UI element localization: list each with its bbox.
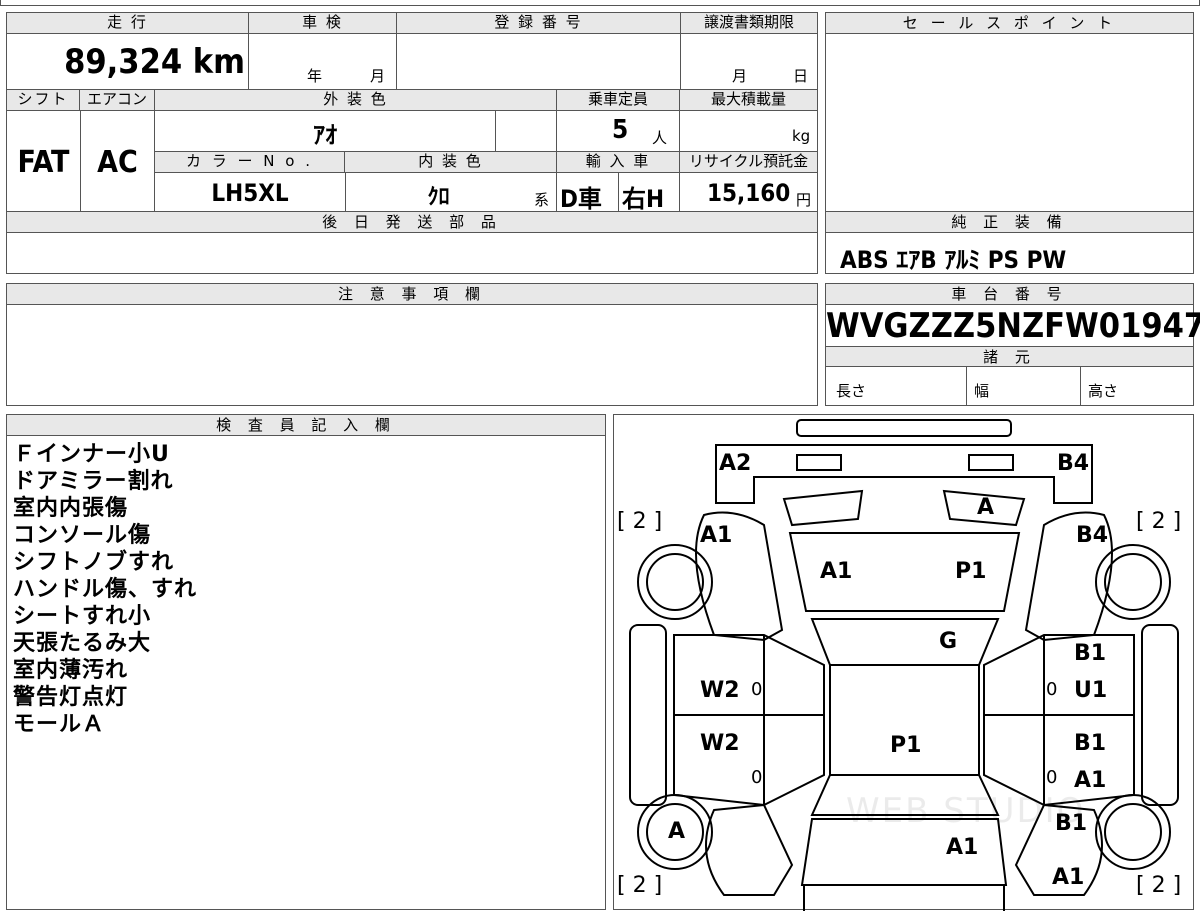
mark-a1-left: A1 xyxy=(700,523,733,548)
mark-b4-top: B4 xyxy=(1057,451,1090,476)
recycle-value: 15,160 xyxy=(707,179,791,207)
equipment-header: 純 正 装 備 xyxy=(826,212,1193,233)
mark-a1-trunk: A1 xyxy=(946,835,979,860)
mark-w2-lower: W2 xyxy=(700,731,740,756)
interior-color-header: 内 装 色 xyxy=(344,151,557,173)
watermark: WEB STUDIO xyxy=(846,791,1086,831)
mileage-header: 走 行 xyxy=(6,12,249,34)
aircon-header: エアコン xyxy=(79,89,155,111)
recycle-header: リサイクル預託金 xyxy=(679,151,818,173)
shaken-header: 車 検 xyxy=(248,12,397,34)
inspector-line: 室内薄汚れ xyxy=(13,658,129,683)
tire-front-right: [ 2 ] xyxy=(1136,509,1182,534)
length-label: 長さ xyxy=(836,382,867,400)
sales-point-header: セ ー ル ス ポ イ ン ト xyxy=(826,13,1193,34)
mark-zero: 0 xyxy=(751,679,763,700)
exterior-color-value: ｱｵ xyxy=(313,121,337,149)
color-no-header: カ ラ ー N o . xyxy=(154,151,345,173)
max-load-header: 最大積載量 xyxy=(679,89,818,111)
transfer-deadline-header: 譲渡書類期限 xyxy=(680,12,818,34)
inspector-line: 警告灯点灯 xyxy=(13,685,129,710)
capacity-value: 5 xyxy=(612,115,629,145)
mark-b4-right: B4 xyxy=(1076,523,1109,548)
shaken-month-unit: 月 xyxy=(370,67,386,85)
import-d-value: D車 xyxy=(560,185,602,213)
recycle-unit: 円 xyxy=(796,191,812,209)
car-diagram-box: A2 B4 A A1 B4 A1 P1 G W2 B1 U1 W2 P1 B1 … xyxy=(613,414,1194,911)
shift-value: FAT xyxy=(17,145,70,180)
inspector-line: ドアミラー割れ xyxy=(13,469,174,494)
transfer-month-unit: 月 xyxy=(732,67,748,85)
tire-rear-left: [ 2 ] xyxy=(617,873,663,898)
mark-u1: U1 xyxy=(1074,678,1108,703)
mark-p1-hood: P1 xyxy=(955,559,987,584)
later-parts-header: 後 日 発 送 部 品 xyxy=(7,212,817,233)
chassis-header: 車 台 番 号 xyxy=(826,284,1193,305)
inspector-line: コンソール傷 xyxy=(13,523,152,548)
mark-a1-right: A1 xyxy=(1074,768,1107,793)
interior-color-value: ｸﾛ xyxy=(427,185,450,210)
registration-header: 登 録 番 号 xyxy=(396,12,681,34)
width-label: 幅 xyxy=(974,382,990,400)
mileage-value: 89,324 km xyxy=(64,42,245,82)
specs-header: 諸 元 xyxy=(826,346,1193,367)
mark-zero: 0 xyxy=(1046,679,1058,700)
notes-header: 注 意 事 項 欄 xyxy=(7,284,817,305)
mark-w2-upper: W2 xyxy=(700,678,740,703)
capacity-unit: 人 xyxy=(652,129,668,147)
shift-header: シフト xyxy=(6,89,80,111)
mark-a2: A2 xyxy=(719,451,752,476)
equipment-value: ABS ｴｱB ｱﾙﾐ PS PW xyxy=(840,246,1067,274)
mark-a1-hood: A1 xyxy=(820,559,853,584)
mark-zero: 0 xyxy=(1046,767,1058,788)
inspector-line: 天張たるみ大 xyxy=(13,631,152,656)
equipment-box: 純 正 装 備 ABS ｴｱB ｱﾙﾐ PS PW xyxy=(825,211,1194,274)
max-load-unit: kg xyxy=(792,127,811,145)
mark-a1-rear: A1 xyxy=(1052,865,1085,890)
inspector-line: ハンドル傷、すれ xyxy=(13,577,198,602)
inspector-line: 室内内張傷 xyxy=(13,496,129,521)
inspector-box: 検 査 員 記 入 欄 Ｆインナー小U ドアミラー割れ 室内内張傷 コンソール傷… xyxy=(6,414,606,910)
capacity-header: 乗車定員 xyxy=(556,89,680,111)
height-label: 高さ xyxy=(1088,382,1119,400)
top-remnant-strip xyxy=(0,0,1200,6)
inspector-line: モールＡ xyxy=(13,712,106,737)
mark-g: G xyxy=(939,629,958,654)
inspector-line: Ｆインナー小U xyxy=(13,442,170,467)
inspector-line: シートすれ小 xyxy=(13,604,152,629)
mark-a-wheel: A xyxy=(668,819,686,844)
inspector-notes: Ｆインナー小U ドアミラー割れ 室内内張傷 コンソール傷 シフトノブすれ ハンド… xyxy=(13,441,197,738)
car-outline-diagram xyxy=(629,419,1179,911)
chassis-number: WVGZZZ5NZFW019477 xyxy=(826,306,1200,346)
notes-box: 注 意 事 項 欄 xyxy=(6,283,818,406)
chassis-box: 車 台 番 号 WVGZZZ5NZFW019477 諸 元 長さ 幅 高さ xyxy=(825,283,1200,406)
tire-front-left: [ 2 ] xyxy=(617,509,663,534)
mark-p1-roof: P1 xyxy=(890,733,922,758)
exterior-color-header: 外 装 色 xyxy=(154,89,557,111)
mark-b1-lower: B1 xyxy=(1074,731,1107,756)
inspector-line: シフトノブすれ xyxy=(13,550,175,575)
inspector-header: 検 査 員 記 入 欄 xyxy=(7,415,605,436)
color-no-value: LH5XL xyxy=(211,179,289,207)
interior-color-suffix: 系 xyxy=(534,191,550,209)
later-parts-box: 後 日 発 送 部 品 xyxy=(6,211,818,274)
transfer-day-unit: 日 xyxy=(793,67,809,85)
import-header: 輸 入 車 xyxy=(556,151,680,173)
aircon-value: AC xyxy=(97,145,138,180)
tire-rear-right: [ 2 ] xyxy=(1136,873,1182,898)
mark-zero: 0 xyxy=(751,767,763,788)
mark-b1-upper: B1 xyxy=(1074,641,1107,666)
shaken-year-unit: 年 xyxy=(307,67,323,85)
mark-a-top: A xyxy=(977,495,995,520)
vehicle-info-box: 走 行 車 検 登 録 番 号 譲渡書類期限 89,324 km 年 月 月 日… xyxy=(6,12,818,213)
import-h-value: 右H xyxy=(622,185,665,213)
sales-point-box: セ ー ル ス ポ イ ン ト xyxy=(825,12,1194,212)
